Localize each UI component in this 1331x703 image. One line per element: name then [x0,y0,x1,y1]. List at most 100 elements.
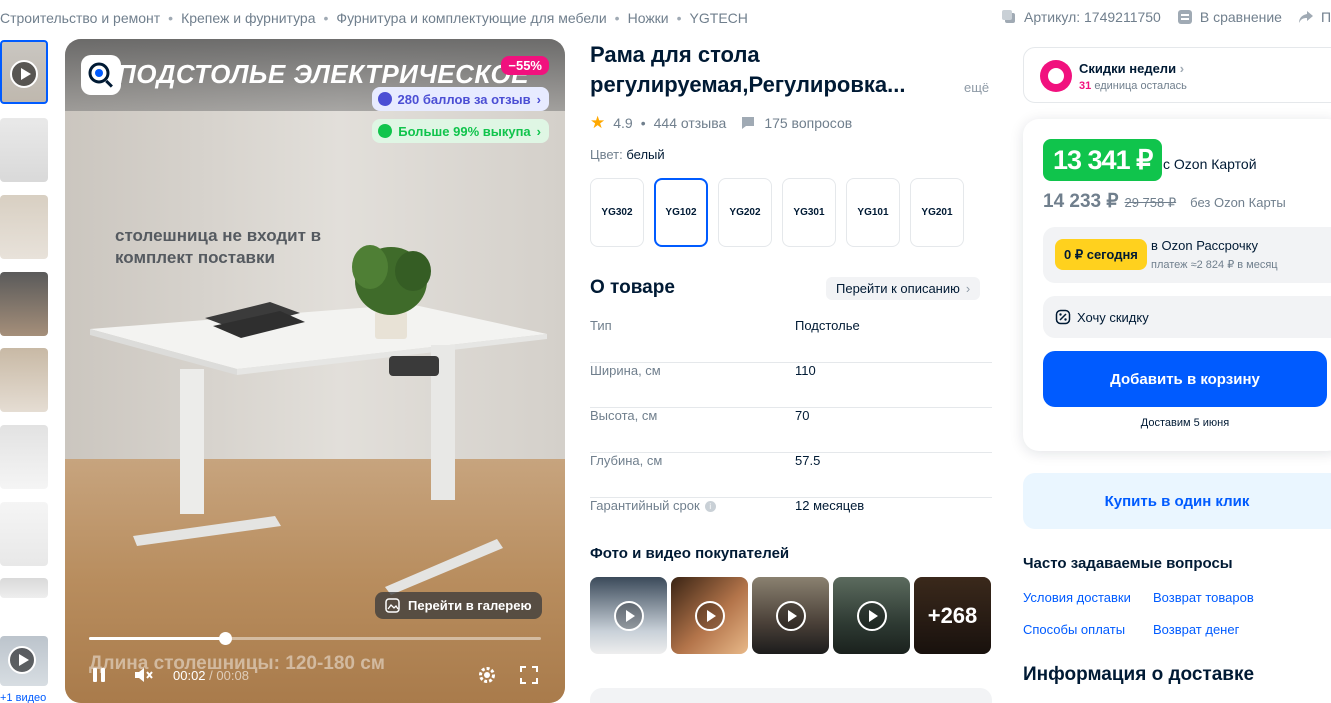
reviews-link[interactable]: 444 отзыва [654,115,727,131]
ugc-video[interactable] [752,577,829,654]
delivery-date: Доставим 5 июня [1140,417,1230,429]
title-more-link[interactable]: ещё [964,80,989,95]
thumbnail-video[interactable] [0,40,48,104]
no-card-label: без Ozon Карты [1190,195,1286,210]
add-to-cart-button[interactable]: Добавить в корзину [1043,351,1327,407]
buyout-label: Больше 99% выкупа [398,123,531,139]
buyout-rate-pill[interactable]: Больше 99% выкупа › [372,119,549,143]
video-progress-handle[interactable] [218,632,232,645]
breadcrumb-separator: • [676,10,682,26]
play-icon [695,601,725,631]
faq-link-delivery-terms[interactable]: Условия доставки [1023,590,1131,605]
week-deals-card[interactable]: Скидки недели › 31 единица осталась [1023,47,1331,103]
compare-label: В сравнение [1199,9,1282,25]
breadcrumb-separator: • [168,10,174,26]
chevron-right-icon: › [1179,61,1185,76]
breadcrumb: Строительство и ремонт • Крепеж и фурнит… [0,9,748,27]
discount-badge: −55% [501,56,549,75]
variant-option[interactable]: YG201 [910,178,964,247]
spec-row: Высота, см 70 [590,408,992,453]
spec-row: Глубина, см 57.5 [590,453,992,498]
video-progress-bar[interactable] [89,632,541,645]
questions-icon [742,117,755,129]
faq-title: Часто задаваемые вопросы [1023,555,1233,572]
video-time: 00:02 / 00:08 [173,668,249,683]
ugc-video[interactable] [833,577,910,654]
fullscreen-icon[interactable] [519,665,539,685]
breadcrumb-item[interactable]: Крепеж и фурнитура [181,10,315,26]
spec-value[interactable]: Подстолье [795,318,860,333]
settings-icon[interactable] [477,665,497,685]
share-icon [1298,11,1313,23]
more-video-link[interactable]: +1 видео [0,692,46,703]
gallery-icon [385,598,400,613]
installment-title: в Ozon Рассрочку [1151,238,1258,253]
go-to-description-button[interactable]: Перейти к описанию › [826,277,981,300]
questions-link[interactable]: 175 вопросов [764,115,852,131]
play-icon [776,601,806,631]
compare-button[interactable]: В сравнение [1177,9,1282,25]
thumbnail-video[interactable] [0,636,48,686]
share-button[interactable]: П [1298,9,1331,25]
ugc-more[interactable]: +268 [914,577,991,654]
thumbnail-image[interactable] [0,578,48,598]
want-discount-button[interactable]: Хочу скидку [1043,296,1331,338]
variant-option[interactable]: YG202 [718,178,772,247]
breadcrumb-item[interactable]: Ножки [628,10,669,26]
thumbnail-image[interactable] [0,195,48,259]
gallery-label: Перейти в галерею [408,598,532,613]
chevron-right-icon: › [536,91,541,107]
variant-option[interactable]: YG301 [782,178,836,247]
breadcrumb-separator: • [323,10,329,26]
thumbnail-image[interactable] [0,348,48,412]
faq-link-returns[interactable]: Возврат товаров [1153,590,1254,605]
bottom-card [590,688,992,703]
spec-key: Высота, см [590,408,658,423]
ugc-title: Фото и видео покупателей [590,545,790,562]
variant-option[interactable]: YG101 [846,178,900,247]
installment-card[interactable]: 0 ₽ сегодня в Ozon Рассрочку платеж ≈2 8… [1043,227,1331,283]
spec-key: Глубина, см [590,453,663,468]
breadcrumb-separator: • [614,10,620,26]
sku-item[interactable]: Артикул: 1749211750 [1001,9,1161,25]
breadcrumb-item[interactable]: Строительство и ремонт [0,10,160,26]
thumbnail-image[interactable] [0,425,48,489]
faq-link-refunds[interactable]: Возврат денег [1153,622,1239,637]
week-deals-title: Скидки недели › [1079,61,1184,76]
media-viewer[interactable]: ПОДСТОЛЬЕ ЭЛЕКТРИЧЕСКОЕ −55% 280 баллов … [65,39,565,703]
color-line: Цвет: белый [590,147,665,162]
deals-logo-icon [1040,60,1072,92]
variant-option[interactable]: YG302 [590,178,644,247]
compare-icon [1177,10,1192,24]
about-title: О товаре [590,277,675,298]
installment-badge: 0 ₽ сегодня [1055,239,1147,270]
faq-link-payment-methods[interactable]: Способы оплаты [1023,622,1125,637]
rating-value: 4.9 [613,115,633,131]
thumbnail-image[interactable] [0,272,48,336]
image-search-button[interactable] [81,55,121,95]
breadcrumb-item[interactable]: Фурнитура и комплектующие для мебели [336,10,606,26]
pause-icon[interactable] [89,665,109,685]
points-icon [377,92,392,106]
ugc-video[interactable] [590,577,667,654]
breadcrumb-item[interactable]: YGTECH [690,10,748,26]
rating-separator: • [640,115,646,131]
chevron-right-icon: › [965,281,971,296]
want-discount-label: Хочу скидку [1077,309,1149,325]
spec-key: Гарантийный срок i [590,498,716,513]
thumbnail-image[interactable] [0,118,48,182]
buy-one-click-button[interactable]: Купить в один клик [1023,473,1331,529]
mute-icon[interactable] [133,665,155,685]
variant-option-selected[interactable]: YG102 [654,178,708,247]
delivery-info-title: Информация о доставке [1023,664,1255,685]
ugc-video[interactable] [671,577,748,654]
thumbnail-image[interactable] [0,502,48,566]
week-deals-title-text: Скидки недели [1079,61,1177,76]
info-icon[interactable]: i [704,501,716,513]
media-caption: столешница не входит в комплект поставки [115,226,322,267]
search-icon [88,62,113,88]
open-gallery-button[interactable]: Перейти в галерею [375,592,542,619]
price-without-card: 14 233 ₽ 29 758 ₽ без Ozon Карты [1043,190,1286,213]
go-to-description-label: Перейти к описанию [836,281,960,296]
points-for-review-pill[interactable]: 280 баллов за отзыв › [371,87,549,111]
